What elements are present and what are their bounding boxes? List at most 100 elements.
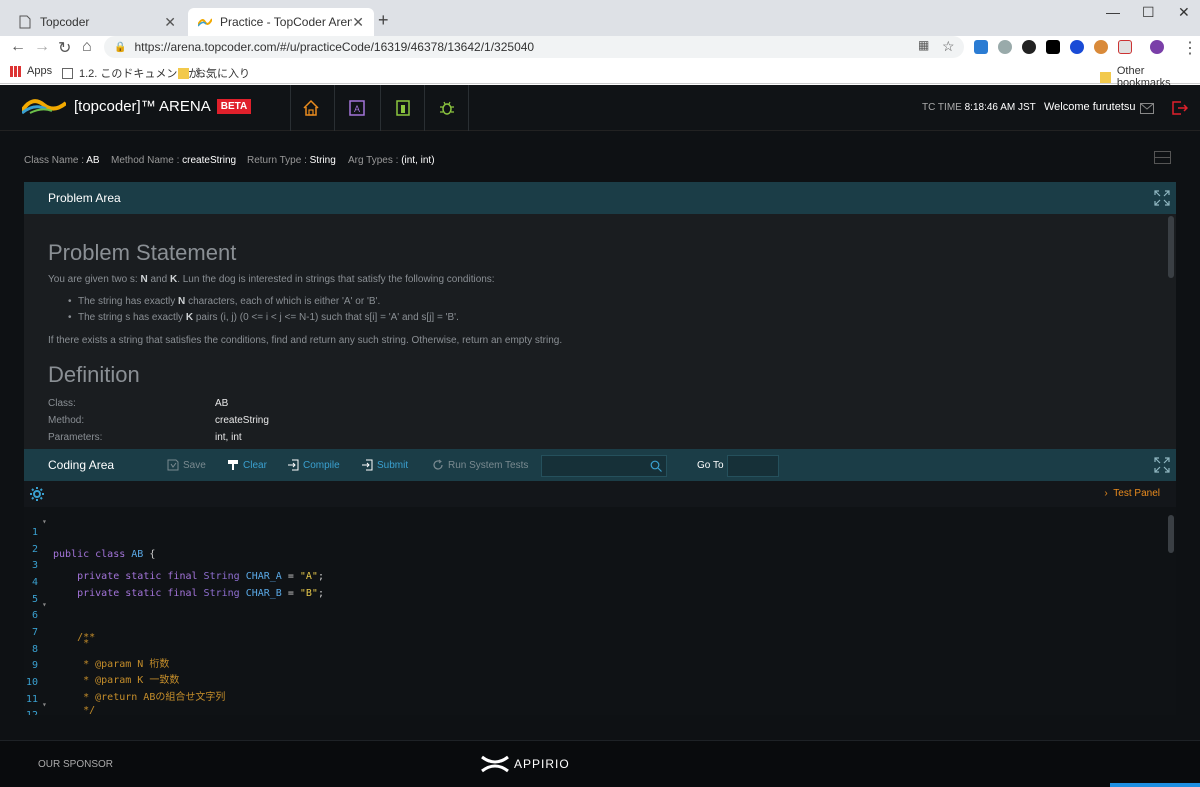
condition-item: The string s has exactly K pairs (i, j) … (68, 312, 459, 323)
feedback-tab[interactable] (1110, 783, 1200, 787)
extension-icon[interactable] (1046, 40, 1060, 54)
var-n: N (178, 296, 186, 307)
url-bar[interactable]: 🔒 https://arena.topcoder.com/#/u/practic… (104, 36, 964, 58)
clear-button[interactable]: Clear (227, 459, 267, 471)
condition-item: The string has exactly N characters, eac… (68, 296, 380, 307)
save-icon (167, 459, 179, 471)
bug-icon[interactable] (438, 99, 456, 117)
url-text: https://arena.topcoder.com/#/u/practiceC… (134, 40, 535, 54)
expand-icon[interactable] (1154, 190, 1170, 206)
fold-icon[interactable]: ▾ (42, 517, 47, 526)
tab-practice[interactable]: Practice - TopCoder Arena ✕ (188, 8, 374, 36)
home-icon[interactable]: ⌂ (82, 38, 92, 56)
coding-area-header: Coding Area Save Clear Compile Submit Ru… (24, 449, 1176, 481)
settings-gear-icon[interactable] (28, 485, 46, 503)
bookmark-apps[interactable]: Apps (10, 65, 52, 77)
code-editor[interactable]: 1 ▾ public class AB { 2 3 private static… (24, 507, 1176, 715)
compile-button[interactable]: Compile (287, 459, 340, 471)
return-type-value: String (309, 155, 336, 166)
code-line: 2 (24, 533, 1164, 555)
goto-line-input[interactable] (727, 455, 779, 477)
extension-icon[interactable] (998, 40, 1012, 54)
arena-icon[interactable]: A (348, 99, 366, 117)
save-button[interactable]: Save (167, 459, 206, 471)
code-line: 5 (24, 583, 1164, 605)
avatar[interactable] (1150, 40, 1164, 54)
close-icon[interactable]: ✕ (164, 14, 176, 31)
arena-app: [topcoder]™ ARENA BETA A TC TIME 8:18:46… (0, 85, 1200, 787)
extension-icon[interactable] (1094, 40, 1108, 54)
expand-icon[interactable] (1154, 457, 1170, 473)
extension-icon[interactable] (1118, 40, 1132, 54)
topcoder-logo[interactable]: [topcoder]™ ARENA BETA (22, 97, 252, 115)
scrollbar[interactable] (1168, 216, 1174, 278)
sponsor-label: OUR SPONSOR (38, 759, 114, 770)
menu-icon[interactable]: ⋮ (1182, 38, 1198, 58)
browser-tab-bar: Topcoder ✕ Practice - TopCoder Arena ✕ +… (0, 0, 1200, 36)
footer: OUR SPONSOR APPIRIO (0, 740, 1200, 787)
bookmark-folder[interactable]: お気に入り (178, 65, 250, 81)
def-value: int, int (215, 432, 242, 443)
intro-text: You are given two s: (48, 274, 138, 285)
fold-icon[interactable]: ▾ (42, 600, 47, 609)
var-k: K (185, 312, 194, 323)
code-line: 7 * (24, 616, 1164, 649)
close-icon[interactable]: ✕ (352, 14, 364, 31)
welcome-user: Welcome furutetsu (1044, 101, 1136, 113)
problem-statement-panel: Problem Statement You are given two s: N… (24, 214, 1176, 449)
nav-divider (380, 85, 381, 131)
tc-time-label: TC TIME (922, 102, 962, 113)
scrollbar[interactable] (1168, 515, 1174, 553)
practice-icon[interactable] (394, 99, 412, 117)
tab-topcoder[interactable]: Topcoder ✕ (8, 8, 186, 36)
condition-text: pairs (i, j) (0 <= i < j <= N-1) such th… (195, 312, 459, 323)
beta-badge: BETA (216, 98, 252, 114)
search-icon[interactable] (650, 460, 662, 472)
tab-label: Practice - TopCoder Arena (220, 15, 353, 29)
window-close-icon[interactable]: ✕ (1178, 4, 1190, 21)
code-line: 3 private static final String CHAR_A = "… (24, 549, 1164, 582)
logout-icon[interactable] (1172, 101, 1188, 115)
svg-text:A: A (354, 104, 360, 114)
save-label: Save (183, 459, 206, 471)
tc-time-value: 8:18:46 AM JST (964, 102, 1036, 113)
class-name-info: Class Name : AB (24, 155, 100, 166)
submit-icon (362, 459, 373, 471)
def-value: AB (215, 398, 229, 409)
bookmark-star-icon[interactable]: ☆ (942, 38, 955, 55)
definition-title: Definition (48, 362, 140, 387)
forward-icon[interactable]: → (34, 38, 50, 56)
submit-button[interactable]: Submit (361, 459, 408, 471)
minimize-icon[interactable]: — (1106, 4, 1120, 20)
translate-icon[interactable]: ▦ (918, 38, 929, 52)
run-tests-label: Run System Tests (448, 459, 529, 471)
intro-text: . Lun the dog is interested in strings t… (177, 274, 495, 285)
appirio-text: APPIRIO (514, 757, 570, 771)
appirio-x-icon (481, 755, 509, 773)
fold-icon[interactable]: ▾ (42, 700, 47, 709)
extension-icon[interactable] (1070, 40, 1084, 54)
editor-toolbar: › Test Panel (24, 481, 1176, 507)
condition-text: The string s has exactly (78, 312, 184, 323)
layout-toggle-icon[interactable] (1154, 151, 1171, 164)
home-icon[interactable] (302, 99, 320, 117)
test-panel-toggle[interactable]: › Test Panel (1104, 488, 1160, 499)
maximize-icon[interactable]: ☐ (1142, 4, 1155, 21)
class-name-value: AB (86, 155, 100, 166)
reload-icon[interactable]: ↻ (58, 38, 71, 58)
back-icon[interactable]: ← (10, 38, 26, 56)
page-icon (62, 67, 73, 79)
clear-brush-icon (228, 460, 238, 470)
extension-icon[interactable] (1022, 40, 1036, 54)
bookmarks-bar: Apps 1.2. このドキュメントが... お気に入り Other bookm… (0, 60, 1200, 89)
code-line: 10 * @return ABの組合せ文字列 (24, 666, 1164, 703)
appirio-logo[interactable]: APPIRIO (480, 755, 570, 773)
extension-icon[interactable] (974, 40, 988, 54)
clear-label: Clear (243, 459, 267, 471)
arg-types-info: Arg Types : (int, int) (348, 155, 435, 166)
code-search-input[interactable] (541, 455, 667, 477)
intro-text: and (150, 274, 168, 285)
new-tab-icon[interactable]: + (378, 10, 389, 31)
run-system-tests-button[interactable]: Run System Tests (432, 459, 528, 471)
mail-icon[interactable] (1140, 103, 1154, 114)
